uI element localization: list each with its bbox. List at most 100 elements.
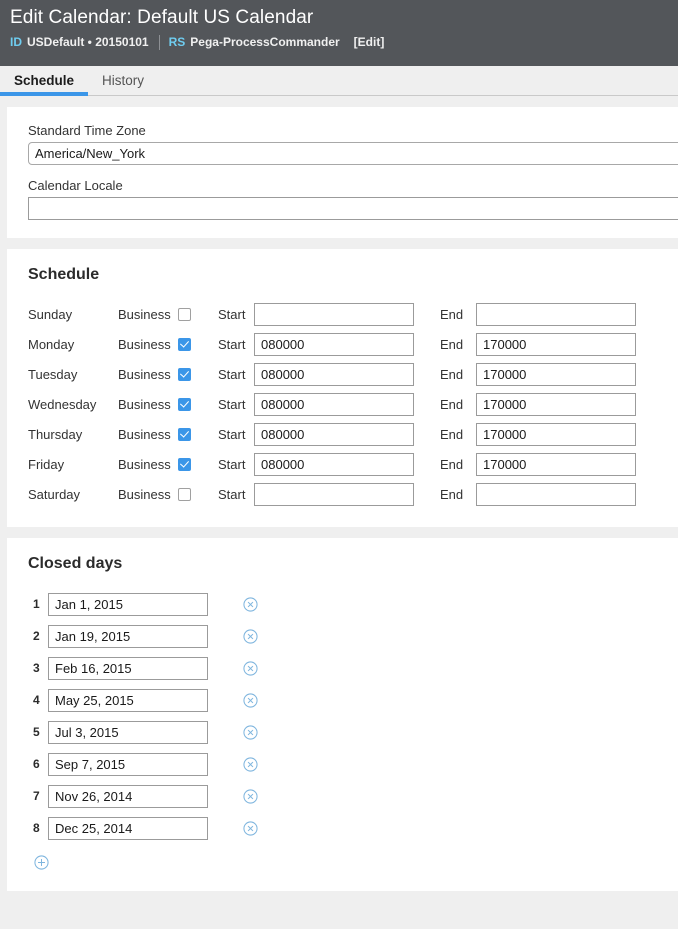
business-checkbox-group: Business xyxy=(118,307,218,322)
schedule-row: Monday Business Start End xyxy=(28,329,678,359)
business-checkbox[interactable] xyxy=(177,307,191,321)
schedule-row: Sunday Business Start End xyxy=(28,299,678,329)
day-label: Wednesday xyxy=(28,396,97,412)
day-label: Saturday xyxy=(28,486,81,502)
schedule-rows: Sunday Business Start End Monday Business Star… xyxy=(28,299,678,509)
closed-day-row: 6 xyxy=(28,748,678,780)
business-label: Business xyxy=(118,486,171,502)
start-time-input[interactable] xyxy=(254,362,414,386)
start-time-input[interactable] xyxy=(254,422,414,446)
end-time-input[interactable] xyxy=(476,452,636,476)
meta-divider xyxy=(158,34,160,50)
closed-day-row: 3 xyxy=(28,652,678,684)
end-time-input[interactable] xyxy=(476,422,636,446)
remove-circle-icon[interactable] xyxy=(243,692,258,708)
schedule-row: Saturday Business Start End xyxy=(28,479,678,509)
closed-day-date-input[interactable] xyxy=(48,656,208,680)
business-label: Business xyxy=(118,456,171,472)
closed-day-row: 5 xyxy=(28,716,678,748)
id-key-label: ID xyxy=(10,35,22,49)
start-label: Start xyxy=(218,456,246,472)
schedule-row: Thursday Business Start End xyxy=(28,419,678,449)
remove-circle-icon[interactable] xyxy=(243,788,258,804)
closed-day-row: 4 xyxy=(28,684,678,716)
business-checkbox[interactable] xyxy=(177,367,191,381)
closed-day-date-input[interactable] xyxy=(48,752,208,776)
add-circle-icon[interactable] xyxy=(34,855,49,870)
end-label: End xyxy=(440,456,464,472)
end-time-input[interactable] xyxy=(476,332,636,356)
closed-days-panel: Closed days 1 2 3 4 5 6 7 8 xyxy=(7,538,678,891)
business-label: Business xyxy=(118,426,171,442)
business-checkbox[interactable] xyxy=(177,427,191,441)
closed-day-row: 7 xyxy=(28,780,678,812)
business-checkbox[interactable] xyxy=(177,457,191,471)
tab-history[interactable]: History xyxy=(88,74,158,95)
end-label: End xyxy=(440,426,464,442)
row-index: 4 xyxy=(33,693,40,707)
page-header: Edit Calendar: Default US Calendar ID US… xyxy=(0,0,678,66)
tab-schedule[interactable]: Schedule xyxy=(0,74,89,96)
closed-day-row: 8 xyxy=(28,812,678,844)
id-value: USDefault • 20150101 xyxy=(27,35,149,49)
end-time-input[interactable] xyxy=(476,362,636,386)
closed-day-date-input[interactable] xyxy=(48,688,208,712)
schedule-row: Wednesday Business Start End xyxy=(28,389,678,419)
closed-days-rows: 1 2 3 4 5 6 7 8 xyxy=(28,588,678,844)
closed-day-date-input[interactable] xyxy=(48,720,208,744)
closed-day-date-input[interactable] xyxy=(48,592,208,616)
day-label: Tuesday xyxy=(28,366,78,382)
closed-day-row: 2 xyxy=(28,620,678,652)
end-time-input[interactable] xyxy=(476,392,636,416)
business-checkbox[interactable] xyxy=(177,487,191,501)
timezone-label: Standard Time Zone xyxy=(28,123,146,138)
remove-circle-icon[interactable] xyxy=(243,756,258,772)
start-time-input[interactable] xyxy=(254,302,414,326)
edit-link[interactable]: [Edit] xyxy=(354,34,385,50)
end-time-input[interactable] xyxy=(476,482,636,506)
business-checkbox-group: Business xyxy=(118,427,218,442)
schedule-row: Tuesday Business Start End xyxy=(28,359,678,389)
business-label: Business xyxy=(118,366,171,382)
end-label: End xyxy=(440,306,464,322)
tab-bar: Schedule History xyxy=(0,66,678,96)
start-time-input[interactable] xyxy=(254,482,414,506)
day-label: Thursday xyxy=(28,426,83,442)
remove-circle-icon[interactable] xyxy=(243,724,258,740)
schedule-section-title: Schedule xyxy=(28,266,100,283)
start-time-input[interactable] xyxy=(254,392,414,416)
remove-circle-icon[interactable] xyxy=(243,596,258,612)
start-label: Start xyxy=(218,336,246,352)
ruleset-key-label: RS xyxy=(168,35,186,49)
row-index: 1 xyxy=(33,597,40,611)
start-time-input[interactable] xyxy=(254,332,414,356)
locale-label: Calendar Locale xyxy=(28,178,123,193)
closed-day-row: 1 xyxy=(28,588,678,620)
day-label: Monday xyxy=(28,336,75,352)
closed-day-date-input[interactable] xyxy=(48,816,208,840)
start-label: Start xyxy=(218,306,246,322)
schedule-panel: Schedule Sunday Business Start End Monday Bus… xyxy=(7,249,678,527)
timezone-input[interactable] xyxy=(28,142,678,165)
row-index: 3 xyxy=(33,661,40,675)
row-index: 8 xyxy=(33,821,40,835)
business-checkbox[interactable] xyxy=(177,397,191,411)
business-checkbox-group: Business xyxy=(118,367,218,382)
page-title: Edit Calendar: Default US Calendar xyxy=(10,7,314,28)
closed-day-date-input[interactable] xyxy=(48,624,208,648)
remove-circle-icon[interactable] xyxy=(243,628,258,644)
business-checkbox[interactable] xyxy=(177,337,191,351)
business-checkbox-group: Business xyxy=(118,487,218,502)
locale-input[interactable] xyxy=(28,197,678,220)
business-label: Business xyxy=(118,396,171,412)
start-time-input[interactable] xyxy=(254,452,414,476)
remove-circle-icon[interactable] xyxy=(243,660,258,676)
start-label: Start xyxy=(218,486,246,502)
schedule-row: Friday Business Start End xyxy=(28,449,678,479)
end-time-input[interactable] xyxy=(476,302,636,326)
remove-circle-icon[interactable] xyxy=(243,820,258,836)
end-label: End xyxy=(440,396,464,412)
end-label: End xyxy=(440,486,464,502)
closed-day-date-input[interactable] xyxy=(48,784,208,808)
business-label: Business xyxy=(118,306,171,322)
